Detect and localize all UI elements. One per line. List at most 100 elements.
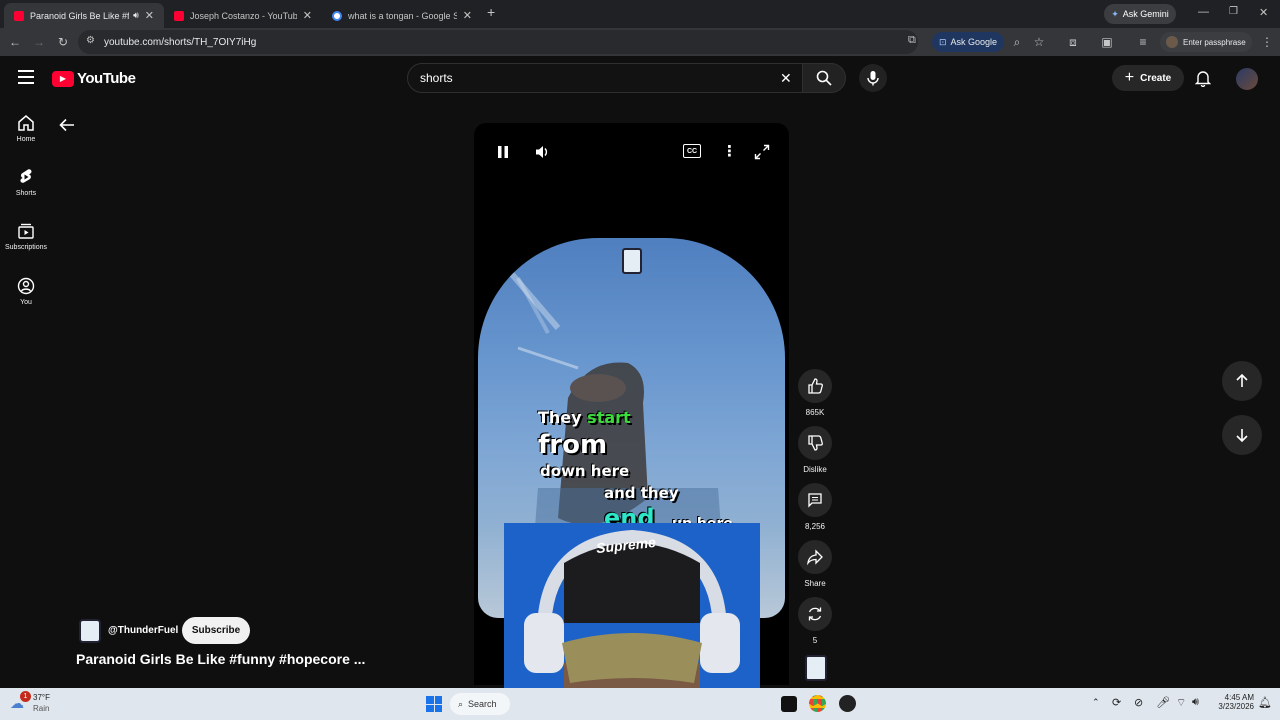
subscribe-button[interactable]: Subscribe xyxy=(182,617,250,644)
search-icon: ⌕ xyxy=(458,698,464,709)
search-button[interactable] xyxy=(802,63,846,93)
share-icon xyxy=(798,540,832,574)
sidebar-item-subscriptions[interactable]: Subscriptions xyxy=(0,222,52,251)
minimize-icon[interactable]: — xyxy=(1198,6,1209,18)
voice-search-button[interactable] xyxy=(859,64,887,92)
zoom-icon[interactable]: ⌕ xyxy=(1008,28,1026,56)
home-icon xyxy=(18,115,34,131)
install-app-icon[interactable]: ⧉ xyxy=(908,34,916,47)
bookmark-star-icon[interactable]: ☆ xyxy=(1030,28,1048,56)
wifi-icon[interactable]: ⌔ xyxy=(1176,696,1186,710)
browser-menu-icon[interactable]: ⋮ xyxy=(1258,28,1276,56)
address-bar[interactable]: ⚙ youtube.com/shorts/TH_7OIY7iHg ⧉ xyxy=(78,30,918,54)
video-title[interactable]: Paranoid Girls Be Like #funny #hopecore … xyxy=(76,651,365,667)
account-avatar[interactable] xyxy=(1236,68,1258,90)
channel-avatar[interactable] xyxy=(79,619,101,643)
browser-toolbar: ← → ↻ ⚙ youtube.com/shorts/TH_7OIY7iHg ⧉… xyxy=(0,28,1280,56)
weather-temp[interactable]: 37°F xyxy=(33,693,50,702)
close-window-icon[interactable]: ✕ xyxy=(1259,6,1268,19)
google-favicon-icon xyxy=(332,10,342,21)
remix-button[interactable]: 5 xyxy=(797,597,833,645)
more-options-icon[interactable]: ⋮ xyxy=(722,142,737,160)
caption-word: down here xyxy=(540,462,630,480)
new-tab-button[interactable]: + xyxy=(487,4,495,20)
browser-tab[interactable]: Joseph Costanzo - YouTube ✕ xyxy=(164,3,322,28)
browser-tab-active[interactable]: Paranoid Girls Be Like #funn 🔊︎ ✕ xyxy=(4,3,164,28)
sidebar-item-label: Home xyxy=(16,136,36,143)
share-button[interactable]: Share xyxy=(797,540,833,588)
notifications-button[interactable] xyxy=(1194,69,1212,92)
sidebar-item-home[interactable]: Home xyxy=(0,114,52,143)
clear-search-icon[interactable]: ✕ xyxy=(780,70,792,87)
previous-short-button[interactable] xyxy=(1222,361,1262,401)
reload-icon[interactable]: ↻ xyxy=(54,28,72,56)
url-text: youtube.com/shorts/TH_7OIY7iHg xyxy=(104,36,257,48)
ask-google-button[interactable]: ⊡ Ask Google xyxy=(932,32,1004,52)
closed-captions-icon[interactable]: CC xyxy=(683,144,701,158)
speaker-icon[interactable]: 🔊︎ xyxy=(133,10,139,21)
gemini-sparkle-icon: ✦ xyxy=(1111,8,1119,19)
reading-list-icon[interactable]: ≡ xyxy=(1134,28,1152,56)
expand-icon xyxy=(754,144,770,160)
close-tab-icon[interactable]: ✕ xyxy=(303,9,312,22)
next-short-button[interactable] xyxy=(1222,415,1262,455)
volume-icon xyxy=(536,146,548,158)
taskbar-search-box[interactable]: ⌕ Search xyxy=(450,693,510,715)
extensions-icon[interactable]: ⧈ xyxy=(1064,28,1082,56)
create-button[interactable]: + Create xyxy=(1112,65,1184,91)
sync-icon[interactable]: ⟳ xyxy=(1112,696,1121,709)
clock[interactable]: 4:45 AM 3/23/2026 xyxy=(1210,693,1254,711)
arrow-left-icon xyxy=(59,118,74,132)
forward-icon[interactable]: → xyxy=(30,28,48,56)
browser-tab[interactable]: what is a tongan - Google Sear ✕ xyxy=(322,3,482,28)
browser-tab-strip: Paranoid Girls Be Like #funn 🔊︎ ✕ Joseph… xyxy=(0,0,1280,28)
fullscreen-button[interactable] xyxy=(754,144,770,165)
channel-handle[interactable]: @ThunderFuel xyxy=(108,625,178,636)
volume-tray-icon[interactable]: 🔊︎ xyxy=(1192,696,1199,709)
search-icon xyxy=(816,70,832,86)
sidebar-item-you[interactable]: You xyxy=(0,277,52,306)
pause-button[interactable] xyxy=(496,145,510,164)
close-tab-icon[interactable]: ✕ xyxy=(463,9,472,22)
ask-google-label: Ask Google xyxy=(950,37,998,47)
thunderfuel-logo-icon xyxy=(622,248,642,274)
app-icon[interactable] xyxy=(839,695,856,712)
caption-word: They xyxy=(538,408,582,427)
search-input[interactable]: shorts ✕ xyxy=(407,63,805,93)
microphone-tray-icon[interactable]: 🎤︎ xyxy=(1156,696,1170,709)
ask-gemini-label: Ask Gemini xyxy=(1122,9,1169,19)
comment-count: 8,256 xyxy=(804,522,826,531)
ask-gemini-button[interactable]: ✦ Ask Gemini xyxy=(1104,4,1176,24)
tray-chevron-up-icon[interactable]: ⌃ xyxy=(1092,697,1100,708)
sidebar-item-shorts[interactable]: Shorts xyxy=(0,168,52,197)
dislike-button[interactable]: Dislike xyxy=(797,426,833,474)
close-tab-icon[interactable]: ✕ xyxy=(145,9,154,22)
back-button[interactable] xyxy=(58,116,76,139)
windows-start-icon[interactable] xyxy=(426,696,442,712)
back-icon[interactable]: ← xyxy=(6,28,24,56)
restore-icon[interactable]: ❐ xyxy=(1229,6,1238,17)
weather-badge: 1 xyxy=(20,691,31,702)
youtube-favicon-icon xyxy=(14,10,24,21)
comments-button[interactable]: 8,256 xyxy=(797,483,833,531)
site-info-icon[interactable]: ⚙ xyxy=(86,35,95,46)
chrome-app-icon[interactable] xyxy=(809,695,826,712)
like-count: 865K xyxy=(805,408,825,417)
caption-word: and they xyxy=(604,484,679,502)
volume-button[interactable] xyxy=(534,144,550,165)
clock-date: 3/23/2026 xyxy=(1218,702,1254,711)
profile-passphrase-button[interactable]: Enter passphrase xyxy=(1160,32,1252,52)
tab-search-icon[interactable]: ▣ xyxy=(1098,28,1116,56)
youtube-logo[interactable]: ▶ YouTube xyxy=(52,70,136,87)
terminal-app-icon[interactable] xyxy=(781,696,797,712)
no-camera-icon[interactable]: ⊘ xyxy=(1134,696,1143,709)
comment-icon xyxy=(798,483,832,517)
sound-thumbnail-icon[interactable] xyxy=(805,655,827,681)
tab-title: what is a tongan - Google Sear xyxy=(348,10,457,21)
like-button[interactable]: 865K xyxy=(797,369,833,417)
remix-count: 5 xyxy=(812,636,818,645)
hamburger-menu-icon[interactable] xyxy=(18,70,34,84)
windows-taskbar: ☁ 1 37°F Rain ⌕ Search ⌃ ⟳ ⊘ 🎤︎ ⌔ 🔊︎ 4:4… xyxy=(0,688,1280,720)
notification-bell-icon[interactable]: 🔔︎ xyxy=(1258,696,1272,709)
you-icon xyxy=(17,277,35,295)
